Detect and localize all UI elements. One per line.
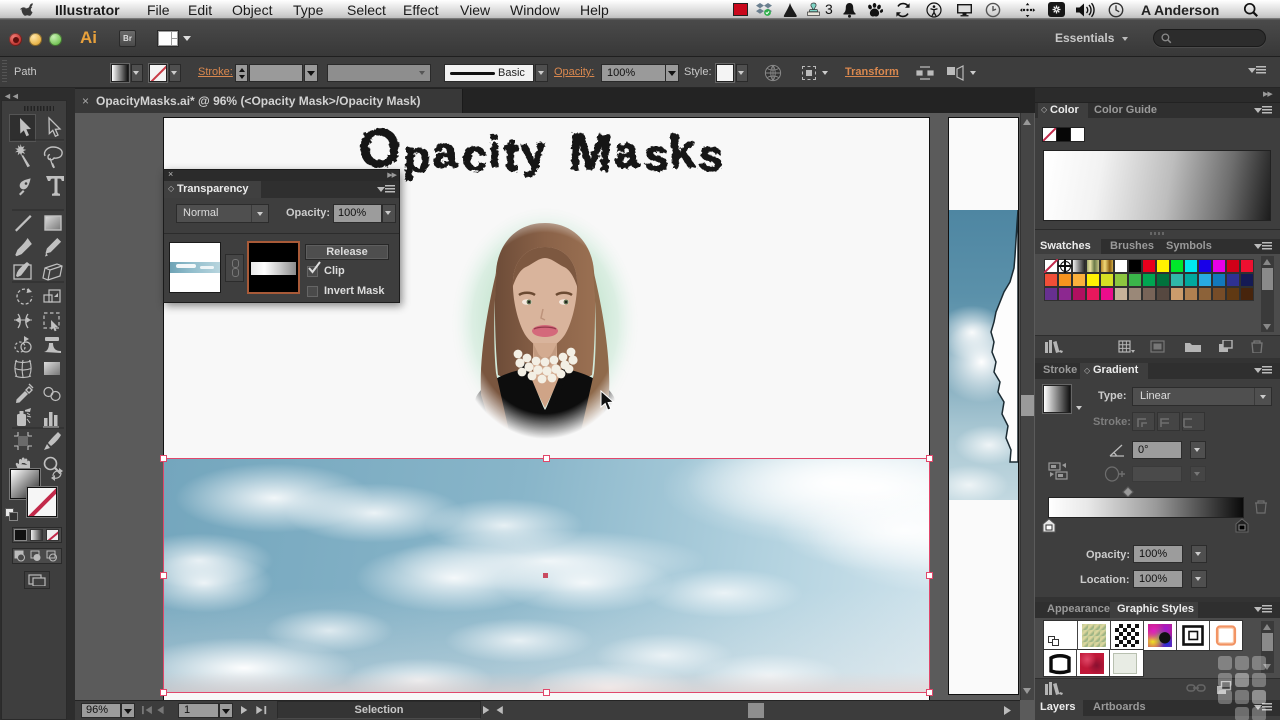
svg-text:M: M <box>567 123 613 183</box>
svg-text:s: s <box>644 131 670 181</box>
svg-text:a: a <box>431 128 459 178</box>
svg-text:k: k <box>668 125 697 178</box>
svg-text:i: i <box>488 128 502 177</box>
svg-text:p: p <box>402 132 431 182</box>
svg-text:y: y <box>519 127 547 178</box>
svg-text:a: a <box>613 128 641 178</box>
svg-text:t: t <box>502 128 520 181</box>
svg-text:s: s <box>697 131 724 181</box>
svg-text:c: c <box>462 131 488 181</box>
